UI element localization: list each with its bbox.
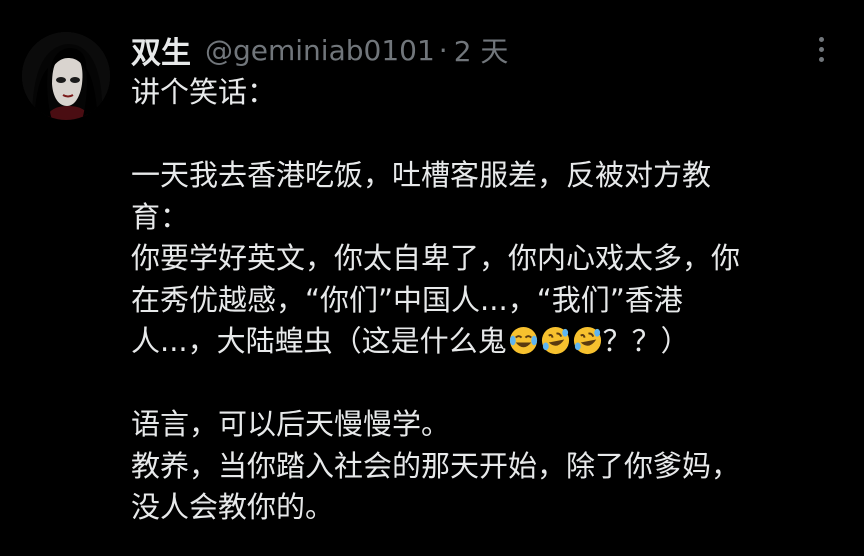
tweet-line: 育： (131, 199, 190, 234)
tweet-line-suffix: ？？） (602, 324, 690, 358)
tweet-line: 在秀优越感，“你们”中国人...，“我们”香港 (131, 282, 683, 317)
user-handle[interactable]: @geminiab0101 (205, 34, 435, 67)
tweet-text: 讲个笑话： 一天我去香港吃饭，吐槽客服差，反被对方教 育： 你要学好英文，你太自… (131, 72, 843, 529)
display-name[interactable]: 双生 (131, 28, 191, 72)
tweet-line: 一天我去香港吃饭，吐槽客服差，反被对方教 (131, 158, 712, 192)
tweet-line-with-emoji: 人...，大陆蝗虫（这是什么鬼 ？？） (131, 321, 843, 363)
avatar-portrait-icon (22, 32, 110, 120)
rolling-on-floor-laughing-icon (541, 326, 569, 355)
face-with-tears-of-joy-icon (509, 326, 537, 355)
more-vertical-icon[interactable] (806, 34, 836, 64)
avatar[interactable] (22, 32, 110, 120)
tweet-line: 语言，可以后天慢慢学。 (131, 407, 451, 441)
tweet-line: 没人会教你的。 (131, 490, 335, 524)
tweet-line: 讲个笑话： (131, 75, 277, 109)
tweet-line-text: 人...，大陆蝗虫（这是什么鬼 (131, 324, 507, 358)
tweet[interactable]: 双生 @geminiab0101 · 2 天 讲个笑话： 一天我去香港吃饭，吐槽… (0, 0, 864, 556)
tweet-header: 双生 @geminiab0101 · 2 天 (131, 28, 508, 72)
tweet-line: 教养，当你踏入社会的那天开始，除了你爹妈， (131, 448, 741, 483)
separator-dot: · (438, 33, 448, 67)
tweet-line: 你要学好英文，你太自卑了，你内心戏太多，你 (131, 241, 741, 275)
rolling-on-floor-laughing-icon (573, 326, 601, 355)
timestamp[interactable]: 2 天 (454, 30, 509, 70)
